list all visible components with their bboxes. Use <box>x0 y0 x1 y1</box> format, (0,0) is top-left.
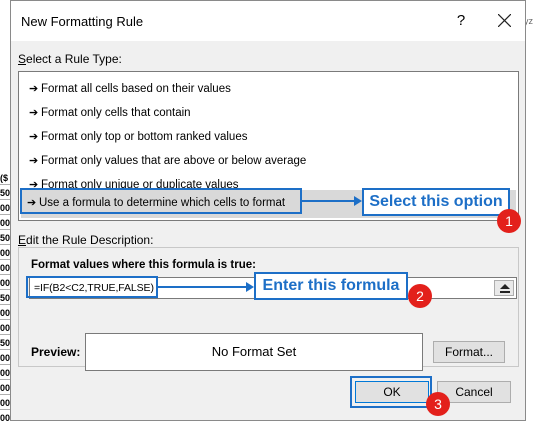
rule-description-label-text: dit the Rule Description: <box>26 233 154 247</box>
rule-item-label: Format only top or bottom ranked values <box>41 131 248 143</box>
step1-badge: 1 <box>497 209 521 233</box>
rule-item-label: Format all cells based on their values <box>41 83 231 95</box>
collapse-dialog-button[interactable] <box>494 280 514 296</box>
step2-badge: 2 <box>408 284 432 308</box>
step3-badge: 3 <box>426 392 450 416</box>
step1-callout: Select this option <box>362 188 510 216</box>
preview-label: Preview: <box>31 345 81 359</box>
rule-item-label: Format only cells that contain <box>41 107 191 119</box>
rule-item-all-cells[interactable]: ➔ Format all cells based on their values <box>23 78 513 102</box>
format-button[interactable]: Format... <box>433 341 505 363</box>
highlight-formula-input <box>26 276 158 298</box>
highlight-formula-option <box>20 188 302 214</box>
rule-description-label: Edit the Rule Description: <box>18 233 153 247</box>
close-icon <box>498 14 511 27</box>
range-select-icon <box>500 284 510 293</box>
title-bar: New Formatting Rule ? <box>11 1 525 41</box>
arrow-icon: ➔ <box>29 131 39 143</box>
rule-type-label: Select a Rule Type: <box>18 52 122 66</box>
rule-item-above-below-average[interactable]: ➔ Format only values that are above or be… <box>23 150 513 174</box>
rule-description-label-accel: E <box>18 233 27 247</box>
step1-arrow-icon <box>302 196 362 206</box>
rule-item-top-bottom[interactable]: ➔ Format only top or bottom ranked values <box>23 126 513 150</box>
arrow-icon: ➔ <box>29 107 39 119</box>
arrow-icon: ➔ <box>29 83 39 95</box>
rule-type-label-text: elect a Rule Type: <box>26 52 122 66</box>
step2-arrow-icon <box>158 282 254 292</box>
rule-item-cells-contain[interactable]: ➔ Format only cells that contain <box>23 102 513 126</box>
preview-box: No Format Set <box>85 333 423 371</box>
rule-item-label: Format only values that are above or bel… <box>41 155 307 167</box>
highlight-ok-button <box>350 376 432 408</box>
close-button[interactable] <box>483 1 527 41</box>
formula-label: Format values where this formula is true… <box>31 259 256 271</box>
dialog-title: New Formatting Rule <box>21 14 144 29</box>
help-button[interactable]: ? <box>453 11 469 31</box>
rule-type-label-accel: S <box>18 52 27 66</box>
step2-callout: Enter this formula <box>254 272 408 300</box>
arrow-icon: ➔ <box>29 155 39 167</box>
